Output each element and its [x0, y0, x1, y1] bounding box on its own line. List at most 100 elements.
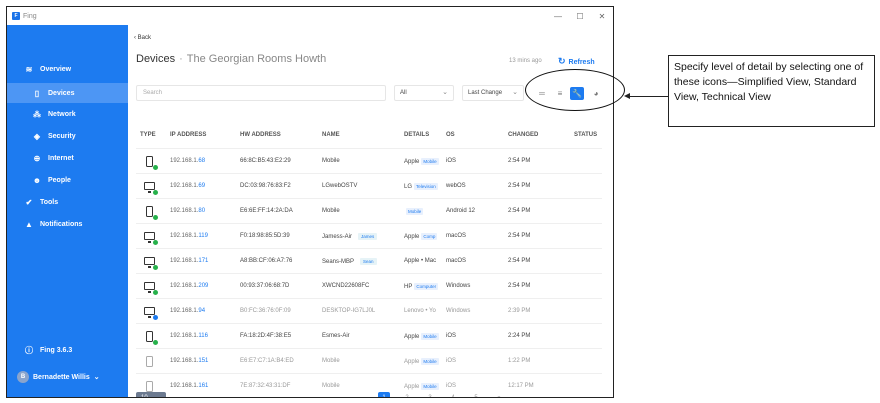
- page-button[interactable]: 4: [447, 392, 459, 397]
- sidebar-item-label: Network: [48, 110, 76, 118]
- ip-address: 192.168.1.94: [170, 308, 206, 314]
- callout-arrow-head: [624, 93, 630, 99]
- page-button[interactable]: »: [493, 392, 505, 397]
- sidebar-item-people[interactable]: ☻ People: [7, 170, 128, 190]
- title-bar: F Fing — ☐ ✕: [7, 7, 613, 25]
- device-os: Windows: [446, 308, 471, 314]
- table-row[interactable]: 192.168.1.94 B0:FC:36:76:0F:09 DESKTOP-IG7…: [136, 298, 602, 323]
- filter-value: All: [400, 90, 407, 96]
- sidebar-item-devices[interactable]: ▯ Devices: [7, 83, 128, 103]
- chevron-down-icon: ⌄: [442, 89, 448, 96]
- page-button[interactable]: 3: [424, 392, 436, 397]
- table-row[interactable]: 192.168.1.119 F0:18:98:85:5D:39 Jamess-Air…: [136, 223, 602, 248]
- chevron-down-icon: ⌄: [93, 374, 100, 381]
- sidebar-item-label: Security: [48, 132, 76, 140]
- ip-address: 192.168.1.68: [170, 158, 206, 164]
- device-os: macOS: [446, 233, 467, 239]
- device-os: macOS: [446, 258, 467, 264]
- device-os: webOS: [446, 183, 466, 189]
- table-row[interactable]: 192.168.1.68 66:8C:B5:43:E2:29 Mobile Apple…: [136, 148, 602, 173]
- changed-time: 2:39 PM: [508, 308, 531, 314]
- type-badge: Computer: [414, 283, 439, 290]
- changed-time: 2:54 PM: [508, 258, 531, 264]
- back-label: Back: [137, 35, 152, 41]
- table-row[interactable]: 192.168.1.116 FA:18:2D:4F:38:E5 Esmes-Air A…: [136, 323, 602, 348]
- close-button[interactable]: ✕: [591, 12, 613, 21]
- user-badge: James: [358, 233, 378, 240]
- window-title: Fing: [23, 12, 37, 20]
- sidebar-item-network[interactable]: ⁂ Network: [7, 104, 128, 124]
- changed-time: 12:17 PM: [508, 383, 534, 389]
- device-details: Apple • Mac: [404, 258, 437, 264]
- sidebar-item-overview[interactable]: ≋ Overview: [7, 59, 128, 79]
- hw-address: E6:E7:C7:1A:B4:ED: [240, 358, 294, 364]
- maximize-button[interactable]: ☐: [569, 12, 591, 21]
- back-button[interactable]: ‹ Back: [134, 35, 151, 41]
- table-row[interactable]: 192.168.1.209 00:93:37:06:68:7D XWCND22608…: [136, 273, 602, 298]
- refresh-label: Refresh: [568, 59, 595, 66]
- user-name: Bernadette Willis: [33, 373, 90, 381]
- minimize-button[interactable]: —: [547, 12, 569, 21]
- ip-address: 192.168.1.116: [170, 333, 208, 339]
- sidebar-item-label: Overview: [40, 65, 72, 73]
- device-os: iOS: [446, 158, 457, 164]
- changed-time: 2:54 PM: [508, 183, 531, 189]
- type-badge: Mobile: [421, 358, 439, 365]
- bell-icon: ▲: [25, 219, 33, 229]
- filter-dropdown[interactable]: All ⌄: [394, 85, 454, 101]
- status-dot: [153, 290, 158, 295]
- col-changed: CHANGED: [508, 132, 539, 138]
- table-row[interactable]: 192.168.1.151 E6:E7:C7:1A:B4:ED Mobile Appl…: [136, 348, 602, 373]
- device-name: XWCND22608FC: [322, 283, 370, 289]
- table-row[interactable]: 192.168.1.171 A8:BB:CF:06:A7:76 Seans-MBP S…: [136, 248, 602, 273]
- version-label: Fing 3.6.3: [40, 346, 73, 354]
- hw-address: E6:6E:FF:14:2A:DA: [240, 208, 293, 214]
- sidebar-item-tools[interactable]: ✔ Tools: [7, 192, 128, 212]
- status-dot: [153, 165, 158, 170]
- search-input[interactable]: Search: [136, 85, 386, 101]
- phone-icon: [144, 356, 155, 368]
- sidebar-item-security[interactable]: ◈ Security: [7, 126, 128, 146]
- hw-address: A8:BB:CF:06:A7:76: [240, 258, 293, 264]
- app-version[interactable]: ⓘ Fing 3.6.3: [7, 340, 128, 360]
- refresh-icon: ↻: [558, 56, 566, 66]
- user-menu[interactable]: B Bernadette Willis ⌄: [17, 371, 100, 383]
- hw-address: 00:93:37:06:68:7D: [240, 283, 290, 289]
- per-page-select[interactable]: 10 ⌄: [136, 392, 166, 397]
- sidebar-item-internet[interactable]: ⊕ Internet: [7, 148, 128, 168]
- refresh-button[interactable]: ↻ Refresh: [558, 56, 595, 67]
- device-name: Esmes-Air: [322, 333, 350, 339]
- page-button[interactable]: 5: [470, 392, 482, 397]
- highlight-ellipse: [525, 69, 625, 111]
- sidebar-item-label: Notifications: [40, 220, 83, 228]
- table-row[interactable]: 192.168.1.80 E6:6E:FF:14:2A:DA Mobile Mobil…: [136, 198, 602, 223]
- chevron-left-icon: ‹: [134, 35, 136, 41]
- sort-dropdown[interactable]: Last Change ⌄: [462, 85, 524, 101]
- status-dot: [153, 340, 158, 345]
- col-name: NAME: [322, 132, 340, 138]
- col-status: STATUS: [574, 132, 598, 138]
- hw-address: FA:18:2D:4F:38:E5: [240, 333, 292, 339]
- title-separator: ·: [179, 53, 183, 65]
- ip-address: 192.168.1.209: [170, 283, 209, 289]
- status-dot: [153, 315, 158, 320]
- page-button[interactable]: 1: [378, 392, 390, 397]
- device-os: iOS: [446, 358, 457, 364]
- sidebar-item-label: Devices: [48, 89, 75, 97]
- page-button[interactable]: 2: [401, 392, 413, 397]
- people-icon: ☻: [32, 175, 42, 185]
- device-details: Apple Mobile: [404, 333, 439, 341]
- device-name: Seans-MBP Sean: [322, 258, 377, 265]
- sidebar-item-notifications[interactable]: ▲ Notifications: [7, 214, 128, 234]
- wifi-icon: ≋: [25, 64, 33, 74]
- table-row[interactable]: 192.168.1.69 DC:03:98:76:83:F2 LGwebOSTV LG…: [136, 173, 602, 198]
- type-badge: Mobile: [421, 383, 439, 390]
- ip-address: 192.168.1.80: [170, 208, 206, 214]
- table-row[interactable]: 192.168.1.161 7E:87:32:43:31:DF Mobile Appl…: [136, 373, 602, 397]
- avatar: B: [17, 371, 29, 383]
- globe-icon: ⊕: [33, 153, 41, 163]
- sort-value: Last Change: [468, 90, 503, 96]
- col-ip: IP ADDRESS: [170, 132, 207, 138]
- type-badge: Television: [414, 183, 438, 190]
- monitor-icon: [144, 231, 158, 245]
